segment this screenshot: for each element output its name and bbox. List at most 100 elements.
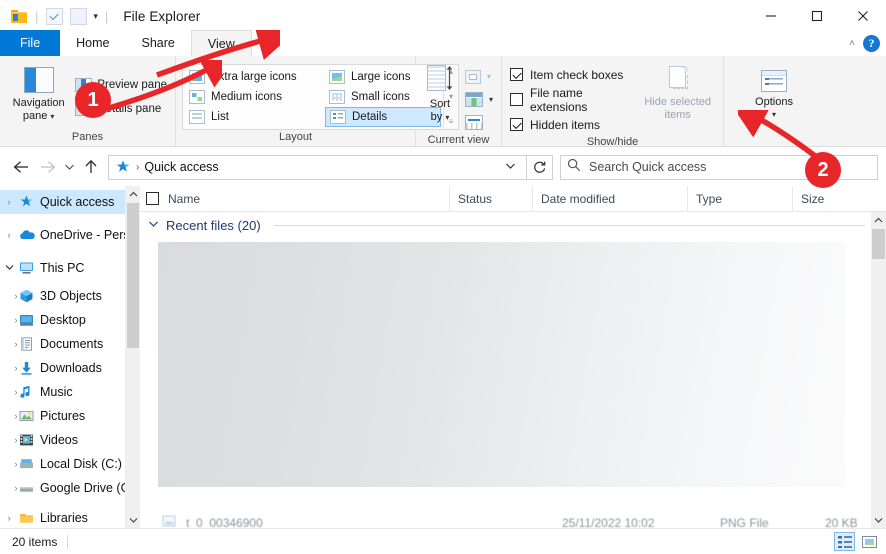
group-collapse-chevron-icon[interactable]	[148, 219, 159, 231]
expander-icon[interactable]: ›	[0, 411, 18, 421]
large-icons-view-button[interactable]	[859, 532, 880, 551]
forward-button[interactable]	[34, 154, 60, 180]
folder-icon[interactable]	[8, 5, 30, 27]
list-scroll-up-button[interactable]	[871, 212, 886, 228]
details-view-button[interactable]	[834, 532, 855, 551]
sidebar-item-documents[interactable]: › Documents	[0, 332, 140, 356]
expander-icon[interactable]: ›	[0, 315, 18, 325]
sidebar-item-3d-objects[interactable]: › 3D Objects	[0, 284, 140, 308]
new-folder-icon[interactable]	[67, 5, 89, 27]
ribbon: Navigation pane ▾ Preview pane Details p…	[0, 56, 886, 148]
expander-icon[interactable]: ›	[0, 435, 18, 445]
file-row-icon	[162, 515, 177, 529]
breadcrumb[interactable]: Quick access	[144, 160, 218, 174]
group-header-recent-files[interactable]: Recent files (20)	[140, 212, 871, 238]
hidden-items-checkbox[interactable]	[510, 118, 523, 131]
ribbon-tabs: File Home Share View	[0, 30, 886, 56]
item-check-boxes-option[interactable]: Item check boxes	[510, 64, 624, 85]
add-columns-button[interactable]: ▾	[462, 89, 496, 110]
size-columns-to-fit-button[interactable]	[462, 112, 496, 133]
address-field[interactable]: › Quick access	[108, 154, 527, 180]
navigation-pane-scrollbar[interactable]	[125, 186, 140, 528]
file-name-extensions-option[interactable]: File name extensions	[510, 86, 624, 114]
list-scroll-down-button[interactable]	[871, 512, 886, 528]
expander-icon[interactable]: ›	[0, 483, 18, 493]
sort-by-caret-icon: ▾	[445, 112, 450, 122]
refresh-button[interactable]	[527, 154, 553, 180]
properties-icon[interactable]	[43, 5, 65, 27]
network-drive-icon	[18, 480, 35, 496]
sidebar-item-google-drive-g[interactable]: › Google Drive (G:	[0, 476, 140, 500]
item-check-boxes-checkbox[interactable]	[510, 68, 523, 81]
layout-medium-icons[interactable]: Medium icons	[185, 87, 325, 107]
panes-group-label: Panes	[71, 131, 104, 143]
small-icons-icon	[329, 90, 345, 104]
up-button[interactable]	[78, 154, 104, 180]
close-button[interactable]	[840, 0, 886, 32]
maximize-button[interactable]	[794, 0, 840, 32]
sidebar-item-quick-access[interactable]: › Quick access	[0, 190, 140, 214]
customize-caret-icon[interactable]: ▾	[91, 11, 100, 22]
hidden-items-option[interactable]: Hidden items	[510, 114, 624, 135]
tab-share[interactable]: Share	[126, 30, 191, 56]
column-header-date-modified[interactable]: Date modified	[533, 185, 688, 212]
expander-icon[interactable]: ›	[0, 291, 18, 301]
sidebar-item-desktop[interactable]: › Desktop	[0, 308, 140, 332]
group-by-button[interactable]: ▾	[462, 66, 496, 87]
expander-icon[interactable]: ›	[0, 387, 18, 397]
navigation-pane-icon	[23, 67, 54, 93]
quick-access-toolbar: | ▾ | File Explorer	[0, 5, 200, 27]
file-name-extensions-checkbox[interactable]	[510, 93, 523, 106]
sidebar-item-libraries[interactable]: › Libraries	[0, 506, 140, 528]
column-header-name[interactable]: Name	[140, 185, 450, 212]
nav-scroll-down-button[interactable]	[126, 512, 140, 528]
select-all-checkbox[interactable]	[146, 192, 159, 205]
column-header-type[interactable]: Type	[688, 185, 793, 212]
sidebar-item-music[interactable]: › Music	[0, 380, 140, 404]
expander-icon[interactable]: ›	[0, 363, 18, 373]
expander-icon[interactable]: ›	[0, 339, 18, 349]
nav-scroll-up-button[interactable]	[126, 186, 140, 202]
nav-scroll-thumb[interactable]	[127, 203, 139, 348]
sidebar-item-downloads[interactable]: › Downloads	[0, 356, 140, 380]
layout-list[interactable]: List	[185, 107, 325, 127]
details-view-icon	[837, 535, 852, 548]
size-columns-to-fit-icon	[464, 115, 483, 130]
sidebar-item-this-pc[interactable]: This PC	[0, 256, 140, 280]
address-dropdown-caret-icon[interactable]	[499, 162, 522, 173]
local-disk-icon	[18, 456, 35, 472]
expander-icon[interactable]: ›	[0, 513, 18, 523]
tab-file[interactable]: File	[0, 30, 61, 56]
expander-icon[interactable]: ›	[0, 230, 18, 240]
annotation-badge-2: 2	[805, 152, 841, 188]
column-header-size-label: Size	[801, 191, 825, 206]
tab-home[interactable]: Home	[60, 30, 125, 56]
back-button[interactable]	[8, 154, 34, 180]
options-caret-icon[interactable]: ▾	[772, 109, 776, 122]
column-header-type-label: Type	[696, 191, 723, 206]
file-list-scrollbar[interactable]	[871, 212, 886, 528]
list-scroll-thumb[interactable]	[872, 229, 885, 259]
help-button[interactable]: ?	[863, 34, 880, 52]
sidebar-item-label: Pictures	[40, 409, 86, 423]
quick-access-star-icon	[115, 159, 131, 175]
options-button[interactable]: Options ▾	[734, 67, 814, 121]
tab-view[interactable]: View	[190, 30, 252, 56]
minimize-button[interactable]	[748, 0, 794, 32]
expander-icon[interactable]	[0, 263, 18, 273]
column-header-size[interactable]: Size	[793, 186, 886, 212]
recent-locations-button[interactable]	[60, 154, 78, 180]
sidebar-item-onedrive[interactable]: › OneDrive - Person	[0, 223, 141, 247]
collapse-ribbon-icon[interactable]: ˄	[849, 38, 855, 49]
sort-by-button[interactable]: Sort by ▾	[421, 64, 459, 124]
layout-extra-large-icons[interactable]: Extra large icons	[185, 67, 325, 87]
table-row[interactable]: t_0_00346900 25/11/2022 10:02 PNG File 2…	[140, 514, 871, 528]
expander-icon[interactable]: ›	[0, 459, 18, 469]
column-header-status[interactable]: Status	[450, 185, 533, 212]
sidebar-item-local-disk-c[interactable]: › Local Disk (C:)	[0, 452, 140, 476]
hide-selected-items-button[interactable]: Hide selected items	[638, 64, 717, 121]
sidebar-item-pictures[interactable]: › Pictures	[0, 404, 140, 428]
sidebar-item-videos[interactable]: › Videos	[0, 428, 140, 452]
expander-icon[interactable]: ›	[0, 197, 18, 207]
navigation-pane-button[interactable]: Navigation pane ▾	[5, 64, 72, 123]
